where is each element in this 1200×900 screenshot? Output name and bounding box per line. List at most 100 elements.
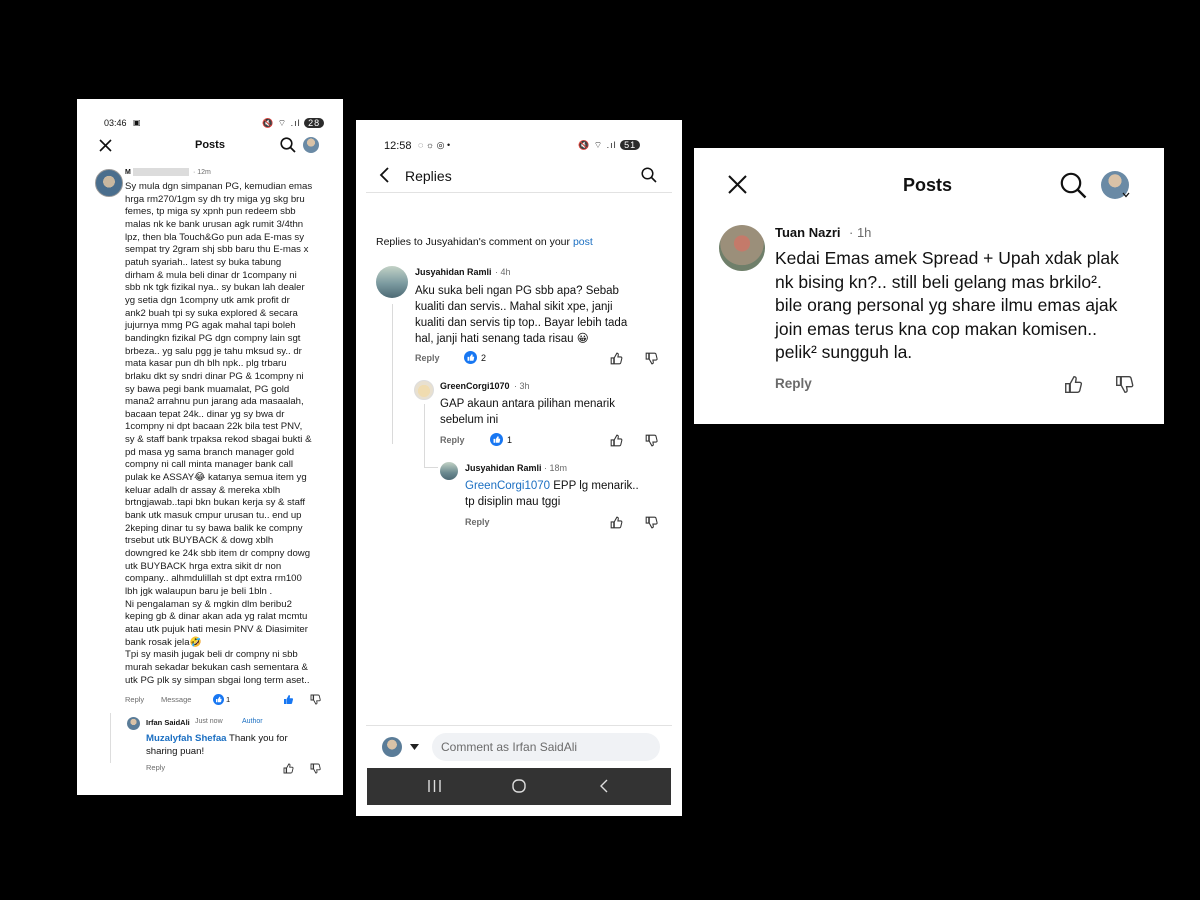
reply-avatar[interactable] [414,380,434,400]
close-icon[interactable] [728,175,747,194]
reply-reply-button[interactable]: Reply [146,763,165,772]
comment-line: bile orang personal yg share ilmu emas a… [775,295,1118,315]
comment-text: Sy mula dgn simpanan PG, kemudian emas h… [125,181,313,686]
comment-line: join emas terus kna cop makan komisen.. [775,318,1097,339]
posts-screenshot-right: Posts Tuan Nazri · 1h Kedai Emas amek Sp… [694,148,1164,424]
page-title: Posts [195,139,225,151]
reply-text-2: sharing puan! [146,745,205,757]
reply-button[interactable]: Reply [775,376,812,391]
reply-time: · 3h [514,381,530,391]
reply-line: tp disiplin mau tggi [465,496,561,508]
like-reaction-icon [490,433,503,446]
status-time: 12:58 [384,140,412,152]
like-count: 2 [481,353,487,363]
comment-line: Aku suka beli ngan PG sbb apa? Sebab [415,285,619,297]
thumb-down-icon[interactable] [645,352,658,365]
reply-line: sebelum ini [440,414,499,426]
thumb-up-icon[interactable] [283,694,294,705]
thumb-up-icon[interactable] [610,352,623,365]
status-icons: 🔇 ⌔ .ıl 28 [262,118,325,129]
page-title: Replies [405,168,452,184]
page-title: Posts [903,175,953,195]
thumb-up-icon[interactable] [1064,375,1083,394]
reply-time: Just now [195,718,223,725]
thumb-down-icon[interactable] [645,434,658,447]
thumb-down-icon[interactable] [645,516,658,529]
thumb-up-icon[interactable] [283,763,294,774]
thumb-up-icon[interactable] [610,434,623,447]
composer-avatar[interactable] [382,737,402,757]
thumb-down-icon[interactable] [1115,375,1134,394]
comment-line: hal, janji hati senang tada risau 😀 [415,333,589,345]
like-reaction-icon [464,351,477,364]
reply-text-1: Thank you for [229,733,288,744]
thread-line [424,404,425,468]
like-count: 1 [226,695,231,704]
thumb-down-icon[interactable] [310,694,321,705]
close-icon[interactable] [99,139,112,152]
author-badge: Author [242,718,263,725]
system-nav-bar [367,768,671,805]
back-icon[interactable] [378,167,392,183]
commenter-avatar[interactable] [376,266,408,298]
reply-line: GAP akaun antara pilihan menarik [440,398,615,410]
commenter-avatar[interactable] [95,169,123,197]
comment-time: · 12m [193,169,211,176]
replies-context: Replies to Jusyahidan's comment on your … [376,236,593,248]
comment-line: kualiti dan servis.. Mahal sikit xpe, ja… [415,301,613,313]
commenter-name[interactable]: Jusyahidan Ramli [415,267,492,277]
comment-placeholder: Comment as Irfan SaidAli [441,740,578,754]
search-icon[interactable] [641,167,657,183]
comment-input[interactable]: Comment as Irfan SaidAli [432,733,660,761]
reply-name[interactable]: GreenCorgi1070 [440,381,510,391]
reply-avatar[interactable] [127,717,140,730]
header-divider [366,192,672,193]
posts-screenshot-left: 03:46 ▣ 🔇 ⌔ .ıl 28 Posts M · 12m Sy mula… [77,99,343,795]
comment-line: Kedai Emas amek Spread + Upah xdak plak [775,248,1119,268]
thumb-up-icon[interactable] [610,516,623,529]
reply-name[interactable]: Jusyahidan Ramli [465,463,542,473]
status-notification-icon: ▣ [133,118,141,127]
post-link[interactable]: post [573,236,593,248]
reply-button[interactable]: Reply [125,695,144,704]
reply-name[interactable]: Irfan SaidAli [146,718,190,727]
comment-time: · 4h [495,267,511,277]
like-reaction-icon [213,694,224,705]
reply-time: · 18m [544,463,568,473]
reply-mention[interactable]: GreenCorgi1070 [465,480,550,492]
reply-line: EPP lg menarik.. [550,480,639,492]
context-text: Replies to Jusyahidan's comment on your [376,236,571,248]
comment-time: · 1h [849,225,872,240]
reply-button[interactable]: Reply [465,517,490,527]
message-button[interactable]: Message [161,695,191,704]
comment-line: kualiti dan servis tip top.. Bayar lebih… [415,317,628,329]
commenter-avatar[interactable] [719,225,765,271]
thread-line [392,304,393,444]
commenter-name[interactable]: M [125,169,131,176]
profile-avatar[interactable] [303,137,319,153]
nav-recent-icon[interactable] [428,780,441,792]
search-icon[interactable] [1060,172,1087,199]
chevron-down-icon[interactable] [1122,192,1130,198]
thread-line [110,713,111,763]
reply-mention[interactable]: Muzalyfah Shefaa [146,733,227,744]
name-redaction [133,168,189,176]
comment-line: nk bising kn?.. still beli gelang mas br… [775,271,1102,292]
nav-back-icon[interactable] [599,779,609,793]
commenter-name[interactable]: Tuan Nazri [775,225,841,240]
thread-line [424,467,438,468]
thumb-down-icon[interactable] [310,763,321,774]
reply-avatar[interactable] [440,462,458,480]
reply-button[interactable]: Reply [440,435,465,445]
status-notification-icons: ◌ ☼ ◎ • [418,140,451,150]
status-time: 03:46 [104,118,127,128]
composer-divider [366,725,672,726]
replies-screenshot-middle: 12:58 ◌ ☼ ◎ • 🔇 ⌔ .ıl 51 Replies Replies… [356,120,682,816]
like-count: 1 [507,435,513,445]
comment-line: pelik² sungguh la. [775,342,913,362]
search-icon[interactable] [280,137,296,153]
reply-button[interactable]: Reply [415,353,440,363]
chevron-down-icon[interactable] [410,744,419,750]
status-icons: 🔇 ⌔ .ıl 51 [578,140,641,151]
nav-home-icon[interactable] [512,779,526,793]
